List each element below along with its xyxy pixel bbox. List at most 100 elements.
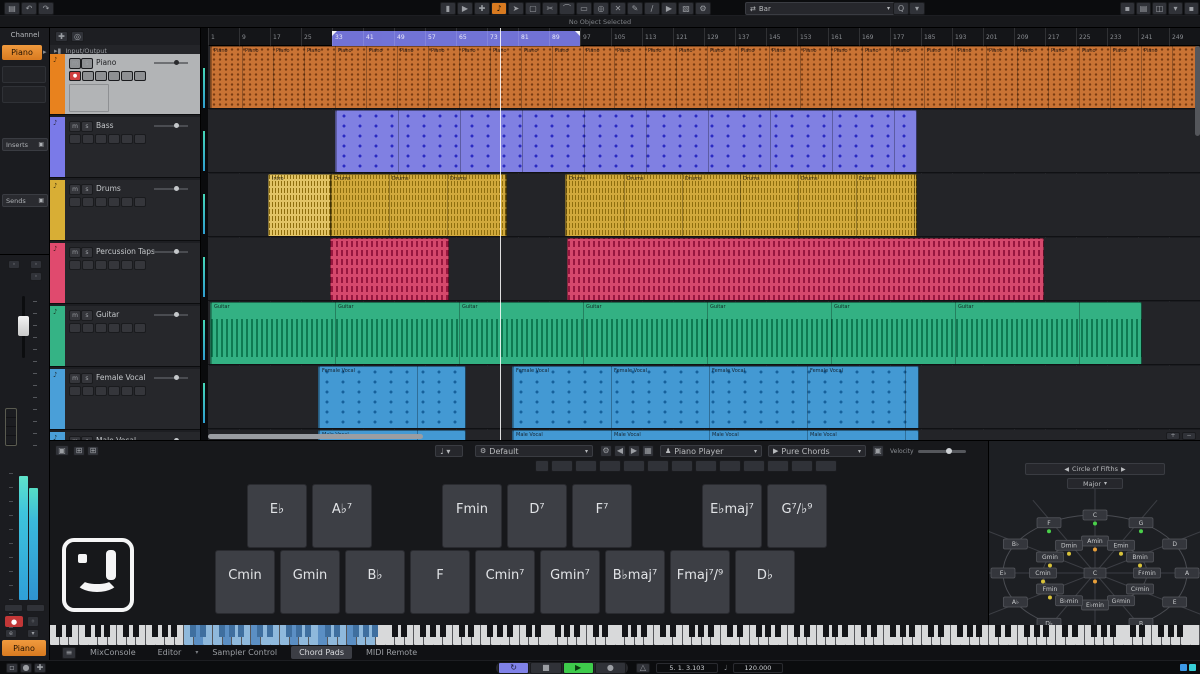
- rail-edit-button[interactable]: e: [5, 629, 17, 638]
- piano-key-black[interactable]: [257, 625, 263, 637]
- piano-key-black[interactable]: [1139, 625, 1145, 637]
- piano-key-black[interactable]: [363, 625, 369, 637]
- piano-key-white[interactable]: [1190, 625, 1200, 645]
- track-mini-button[interactable]: [82, 134, 94, 144]
- track-mini-button[interactable]: [95, 323, 107, 333]
- hub-menu-icon[interactable]: ▤: [4, 2, 20, 15]
- acoustic-feedback-icon[interactable]: ♪: [491, 2, 507, 15]
- piano-key-black[interactable]: [602, 625, 608, 637]
- solo-button[interactable]: s: [81, 121, 93, 132]
- piano-key-black[interactable]: [823, 625, 829, 637]
- piano-key-black[interactable]: [229, 625, 235, 637]
- track-header-bass[interactable]: ♪msBass: [50, 117, 201, 178]
- chord-pad-top-0[interactable]: E♭: [247, 484, 307, 548]
- rail-mini-knob-2[interactable]: ◦: [30, 260, 42, 269]
- piano-key-black[interactable]: [1168, 625, 1174, 637]
- region-fvocal[interactable]: Female Vocal: [318, 366, 466, 429]
- chord-pad-bot-5[interactable]: Gmin⁷: [540, 550, 600, 614]
- circle-node[interactable]: C: [1083, 510, 1107, 526]
- piano-key-black[interactable]: [95, 625, 101, 637]
- piano-key-black[interactable]: [1072, 625, 1078, 637]
- quantize-value-dropdown[interactable]: ▾: [909, 2, 925, 15]
- position-display[interactable]: 5. 1. 3.103: [656, 663, 718, 673]
- metronome-button[interactable]: △: [636, 663, 650, 673]
- piano-key-black[interactable]: [104, 625, 110, 637]
- chord-pad-top-5[interactable]: E♭maj⁷: [702, 484, 762, 548]
- track-mini-button[interactable]: [134, 71, 146, 81]
- track-mini-button[interactable]: [134, 386, 146, 396]
- mute-button[interactable]: m: [69, 58, 81, 69]
- circle-node[interactable]: C♯min: [1127, 584, 1154, 594]
- draw-tool-icon[interactable]: ✎: [627, 2, 643, 15]
- track-mini-button[interactable]: [95, 260, 107, 270]
- piano-key-black[interactable]: [56, 625, 62, 637]
- play-tool-icon[interactable]: ▶: [661, 2, 677, 15]
- sends-header[interactable]: Sends ▣: [2, 194, 48, 207]
- track-volume-slider[interactable]: [154, 188, 188, 190]
- chord-pad-bot-2[interactable]: B♭: [345, 550, 405, 614]
- track-header-percussion-taps[interactable]: ♪msPercussion Taps: [50, 243, 201, 304]
- tab-editor[interactable]: Editor: [150, 646, 190, 659]
- channel-expand-arrow-icon[interactable]: ▸: [43, 48, 47, 56]
- chord-pad-bot-6[interactable]: B♭maj⁷: [605, 550, 665, 614]
- record-enable-button[interactable]: ●: [5, 616, 23, 627]
- circle-node[interactable]: E♭: [991, 568, 1015, 578]
- piano-key-black[interactable]: [1158, 625, 1164, 637]
- time-sig-display[interactable]: 4/4: [790, 664, 800, 674]
- track-mini-button[interactable]: [134, 197, 146, 207]
- arrow-left-icon[interactable]: ◀: [1064, 466, 1069, 473]
- piano-key-black[interactable]: [842, 625, 848, 637]
- track-header-piano[interactable]: ♪msPiano●: [50, 54, 201, 115]
- piano-key-black[interactable]: [660, 625, 666, 637]
- piano-key-black[interactable]: [631, 625, 637, 637]
- region-guitar[interactable]: GuitarGuitarGuitarGuitarGuitarGuitarGuit…: [210, 302, 1142, 365]
- play-button[interactable]: ▶: [563, 662, 594, 674]
- glue-tool-icon[interactable]: ⌒: [559, 2, 575, 15]
- track-mini-button[interactable]: [82, 260, 94, 270]
- track-volume-handle[interactable]: [174, 123, 179, 128]
- piano-key-black[interactable]: [152, 625, 158, 637]
- piano-key-black[interactable]: [564, 625, 570, 637]
- lower-zone-menu-icon[interactable]: ≡: [62, 647, 76, 659]
- piano-key-black[interactable]: [909, 625, 915, 637]
- region-drums[interactable]: DrumsDrumsDrums: [330, 174, 507, 237]
- piano-key-black[interactable]: [756, 625, 762, 637]
- tempo-display[interactable]: 120.000: [733, 663, 783, 673]
- piano-key-black[interactable]: [1043, 625, 1049, 637]
- piano-key-black[interactable]: [928, 625, 934, 637]
- piano-key-black[interactable]: [1177, 625, 1183, 637]
- piano-key-black[interactable]: [66, 625, 72, 637]
- track-mini-button[interactable]: [108, 323, 120, 333]
- piano-key-black[interactable]: [1024, 625, 1030, 637]
- keyboard-zoom-widget[interactable]: [5, 408, 17, 446]
- piano-key-black[interactable]: [1091, 625, 1097, 637]
- piano-key-black[interactable]: [459, 625, 465, 637]
- rail-mini-knob-1[interactable]: ◦: [8, 260, 20, 269]
- chord-pad-bot-1[interactable]: Gmin: [280, 550, 340, 614]
- chord-pad-top-4[interactable]: F⁷: [572, 484, 632, 548]
- auto-scroll-icon[interactable]: ▶: [457, 2, 473, 15]
- solo-button[interactable]: s: [81, 310, 93, 321]
- piano-key-black[interactable]: [353, 625, 359, 637]
- piano-key-black[interactable]: [622, 625, 628, 637]
- piano-key-black[interactable]: [468, 625, 474, 637]
- track-mini-button[interactable]: [108, 386, 120, 396]
- mute-button[interactable]: m: [69, 310, 81, 321]
- piano-key-black[interactable]: [698, 625, 704, 637]
- record-button[interactable]: ●: [595, 662, 626, 674]
- piano-key-black[interactable]: [238, 625, 244, 637]
- circle-node[interactable]: Bmin: [1127, 552, 1154, 568]
- piano-key-black[interactable]: [305, 625, 311, 637]
- circle-node[interactable]: Gmin: [1036, 552, 1063, 568]
- stop-button[interactable]: ■: [530, 662, 561, 674]
- track-mini-button[interactable]: [108, 71, 120, 81]
- circle-node[interactable]: B♭: [1003, 539, 1027, 549]
- solo-button[interactable]: s: [81, 373, 93, 384]
- piano-key-black[interactable]: [804, 625, 810, 637]
- piano-key-black[interactable]: [296, 625, 302, 637]
- circle-node[interactable]: G♯min: [1108, 596, 1135, 606]
- track-mini-button[interactable]: [134, 260, 146, 270]
- region-fvocal[interactable]: Female VocalFemale VocalFemale VocalFema…: [512, 366, 919, 429]
- undo-icon[interactable]: ↶: [21, 2, 37, 15]
- solo-button[interactable]: s: [81, 184, 93, 195]
